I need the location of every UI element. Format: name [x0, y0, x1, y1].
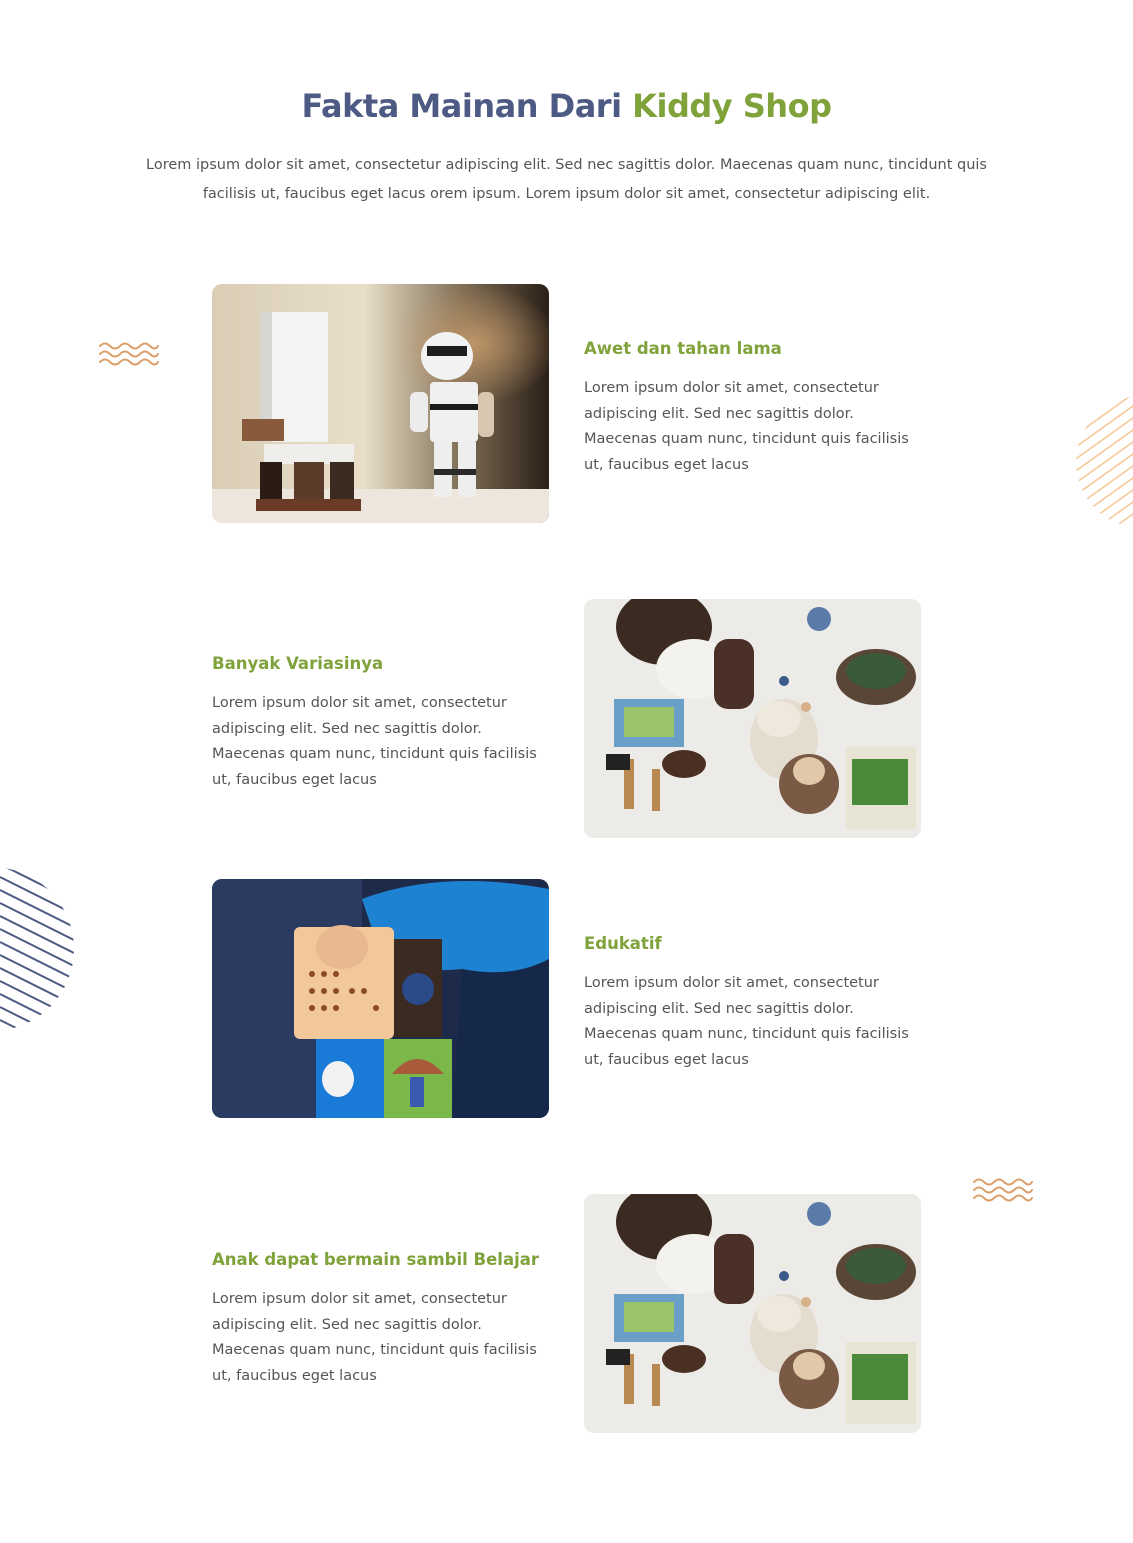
striped-circle-peach-decoration: [1076, 396, 1133, 528]
feature-title-3: Edukatif: [584, 934, 662, 953]
section-title-main: Fakta Mainan Dari: [301, 87, 623, 125]
feature-text-4: Lorem ipsum dolor sit amet, consectetur …: [212, 1291, 537, 1384]
feature-title-2: Banyak Variasinya: [212, 654, 384, 673]
feature-title-4: Anak dapat bermain sambil Belajar: [212, 1250, 540, 1269]
feature-title-1: Awet dan tahan lama: [584, 339, 782, 358]
striped-circle-navy-decoration: [0, 867, 74, 1031]
wave-decoration-left: [99, 342, 159, 366]
facts-section: Fakta Mainan Dari Kiddy Shop Lorem ipsum…: [0, 0, 1133, 1543]
child-playing-toys-photo: [584, 1194, 921, 1433]
feature-text-2: Lorem ipsum dolor sit amet, consectetur …: [212, 695, 537, 788]
toy-blocks-photo: [212, 879, 549, 1118]
feature-text-3: Lorem ipsum dolor sit amet, consectetur …: [584, 975, 909, 1068]
stormtrooper-toy-photo: [212, 284, 549, 523]
feature-text-1: Lorem ipsum dolor sit amet, consectetur …: [584, 380, 909, 473]
section-intro: Lorem ipsum dolor sit amet, consectetur …: [146, 157, 987, 202]
wave-decoration-right: [973, 1178, 1033, 1202]
child-playing-toys-photo: [584, 599, 921, 838]
section-title-brand: Kiddy Shop: [632, 87, 832, 125]
section-title: Fakta Mainan Dari Kiddy Shop: [0, 82, 1133, 130]
